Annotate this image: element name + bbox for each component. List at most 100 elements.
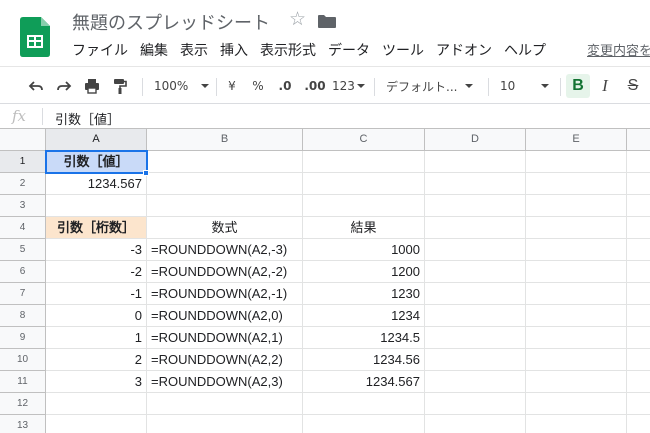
cell-a8[interactable]: 0 <box>46 305 147 327</box>
cell-b10[interactable]: =ROUNDDOWN(A2,2) <box>147 349 303 371</box>
cell-d9[interactable] <box>425 327 526 349</box>
cell-a11[interactable]: 3 <box>46 371 147 393</box>
currency-button[interactable]: ¥ <box>224 74 240 98</box>
sheets-logo-icon[interactable] <box>20 17 50 57</box>
cell-a12[interactable] <box>46 393 147 415</box>
decrease-decimal-button[interactable]: .0 <box>274 74 296 98</box>
cell-b11[interactable]: =ROUNDDOWN(A2,3) <box>147 371 303 393</box>
cell-c10[interactable]: 1234.56 <box>303 349 425 371</box>
menu-help[interactable]: ヘルプ <box>498 39 552 60</box>
cell-f1[interactable] <box>627 151 650 173</box>
column-header-e[interactable]: E <box>526 129 627 151</box>
cell-e7[interactable] <box>526 283 627 305</box>
cell-f8[interactable] <box>627 305 650 327</box>
row-header-12[interactable]: 12 <box>0 393 46 415</box>
increase-decimal-button[interactable]: .00 <box>302 74 328 98</box>
row-header-10[interactable]: 10 <box>0 349 46 371</box>
menu-edit[interactable]: 編集 <box>134 39 174 60</box>
cell-b3[interactable] <box>147 195 303 217</box>
cell-f9[interactable] <box>627 327 650 349</box>
cell-e1[interactable] <box>526 151 627 173</box>
cell-c6[interactable]: 1200 <box>303 261 425 283</box>
font-size-select[interactable]: 10 <box>500 74 556 98</box>
cell-b4[interactable]: 数式 <box>147 217 303 239</box>
menu-insert[interactable]: 挿入 <box>214 39 254 60</box>
font-select[interactable]: デフォルト... <box>386 74 480 98</box>
row-header-11[interactable]: 11 <box>0 371 46 393</box>
cell-d4[interactable] <box>425 217 526 239</box>
cell-b1[interactable] <box>147 151 303 173</box>
more-formats-button[interactable]: 123 <box>332 74 366 98</box>
row-header-3[interactable]: 3 <box>0 195 46 217</box>
cell-f3[interactable] <box>627 195 650 217</box>
menu-addons[interactable]: アドオン <box>430 39 498 60</box>
menu-view[interactable]: 表示 <box>174 39 214 60</box>
cell-a4[interactable]: 引数［桁数］ <box>46 217 147 239</box>
cell-c4[interactable]: 結果 <box>303 217 425 239</box>
cell-f11[interactable] <box>627 371 650 393</box>
cell-b13[interactable] <box>147 415 303 433</box>
row-header-5[interactable]: 5 <box>0 239 46 261</box>
cell-f10[interactable] <box>627 349 650 371</box>
cell-f6[interactable] <box>627 261 650 283</box>
cell-b5[interactable]: =ROUNDDOWN(A2,-3) <box>147 239 303 261</box>
formula-input[interactable]: 引数［値］ <box>55 109 120 128</box>
undo-button[interactable] <box>26 74 46 98</box>
cell-a13[interactable] <box>46 415 147 433</box>
select-all-corner[interactable] <box>0 129 46 151</box>
cell-e8[interactable] <box>526 305 627 327</box>
folder-icon[interactable] <box>318 15 336 28</box>
cell-b6[interactable]: =ROUNDDOWN(A2,-2) <box>147 261 303 283</box>
cell-f4[interactable] <box>627 217 650 239</box>
row-header-4[interactable]: 4 <box>0 217 46 239</box>
column-header-a[interactable]: A <box>46 129 147 151</box>
redo-button[interactable] <box>54 74 74 98</box>
row-header-9[interactable]: 9 <box>0 327 46 349</box>
paint-format-button[interactable] <box>110 74 130 98</box>
cell-c1[interactable] <box>303 151 425 173</box>
cell-c2[interactable] <box>303 173 425 195</box>
cell-a7[interactable]: -1 <box>46 283 147 305</box>
cell-a9[interactable]: 1 <box>46 327 147 349</box>
cell-e13[interactable] <box>526 415 627 433</box>
cell-c11[interactable]: 1234.567 <box>303 371 425 393</box>
row-header-2[interactable]: 2 <box>0 173 46 195</box>
cell-b8[interactable]: =ROUNDDOWN(A2,0) <box>147 305 303 327</box>
cell-e12[interactable] <box>526 393 627 415</box>
cell-b2[interactable] <box>147 173 303 195</box>
cell-f5[interactable] <box>627 239 650 261</box>
cell-a2[interactable]: 1234.567 <box>46 173 147 195</box>
cell-d7[interactable] <box>425 283 526 305</box>
cell-a10[interactable]: 2 <box>46 349 147 371</box>
cell-c13[interactable] <box>303 415 425 433</box>
cell-d13[interactable] <box>425 415 526 433</box>
column-header-d[interactable]: D <box>425 129 526 151</box>
strikethrough-button[interactable]: S <box>622 74 644 98</box>
cell-e2[interactable] <box>526 173 627 195</box>
menu-data[interactable]: データ <box>322 39 376 60</box>
menu-format[interactable]: 表示形式 <box>254 39 322 60</box>
cell-d8[interactable] <box>425 305 526 327</box>
last-edit-link[interactable]: 変更内容を <box>587 40 650 59</box>
bold-button[interactable]: B <box>566 74 590 98</box>
cell-c9[interactable]: 1234.5 <box>303 327 425 349</box>
cell-c12[interactable] <box>303 393 425 415</box>
cell-a5[interactable]: -3 <box>46 239 147 261</box>
cell-e9[interactable] <box>526 327 627 349</box>
cell-d12[interactable] <box>425 393 526 415</box>
column-header-b[interactable]: B <box>147 129 303 151</box>
row-header-8[interactable]: 8 <box>0 305 46 327</box>
cell-c8[interactable]: 1234 <box>303 305 425 327</box>
cell-c7[interactable]: 1230 <box>303 283 425 305</box>
cell-e4[interactable] <box>526 217 627 239</box>
row-header-7[interactable]: 7 <box>0 283 46 305</box>
row-header-1[interactable]: 1 <box>0 151 46 173</box>
cell-e11[interactable] <box>526 371 627 393</box>
column-header-c[interactable]: C <box>303 129 425 151</box>
percent-button[interactable]: % <box>250 74 266 98</box>
row-header-13[interactable]: 13 <box>0 415 46 433</box>
cell-d6[interactable] <box>425 261 526 283</box>
cell-f13[interactable] <box>627 415 650 433</box>
cell-f12[interactable] <box>627 393 650 415</box>
cell-e3[interactable] <box>526 195 627 217</box>
